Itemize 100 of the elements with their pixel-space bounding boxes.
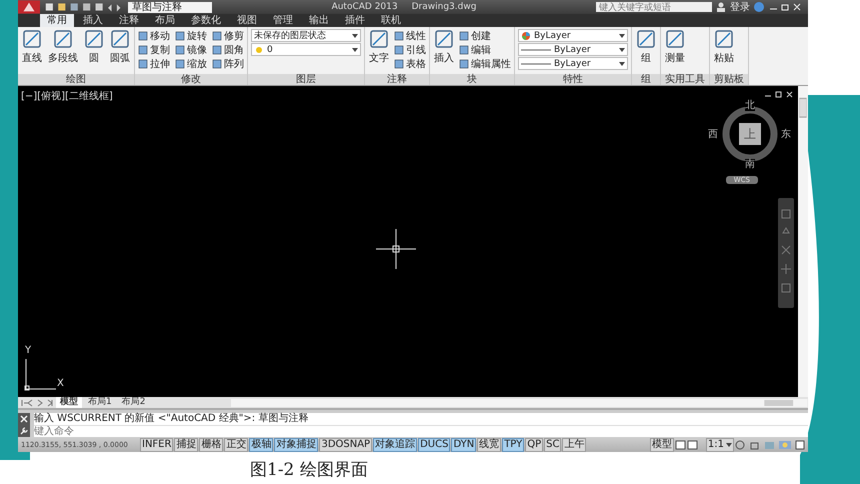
vertical-scrollbar[interactable] (798, 86, 808, 397)
ribbon-button[interactable]: 编辑属性 (459, 57, 511, 70)
dropdown[interactable]: 未保存的图层状态 (251, 29, 361, 42)
ribbon-large-button[interactable]: 直线 (21, 29, 43, 65)
panel-title[interactable]: 注释 (365, 74, 429, 85)
status-toggle[interactable]: 栅格 (199, 438, 224, 452)
wrench-icon[interactable] (18, 425, 30, 437)
ribbon-large-button[interactable]: 多段线 (47, 29, 79, 65)
tool-icon (53, 29, 73, 49)
ribbon-button[interactable]: 缩放 (175, 57, 207, 70)
layout-tab[interactable]: 模型 (56, 397, 82, 408)
sign-in-link[interactable]: 登录 (730, 0, 750, 14)
panel-title[interactable]: 实用工具 (661, 74, 709, 85)
caret-icon (619, 62, 625, 66)
panel-title[interactable]: 块 (430, 74, 514, 85)
ribbon-tab[interactable]: 视图 (230, 14, 264, 27)
status-toggle[interactable]: 正交 (224, 438, 248, 452)
panel-title[interactable]: 修改 (135, 74, 247, 85)
ribbon-tab[interactable]: 输出 (302, 14, 336, 27)
status-toggle[interactable]: 极轴 (249, 438, 274, 452)
status-toggle[interactable]: 线宽 (477, 438, 502, 452)
dropdown[interactable]: ByLayer (518, 57, 628, 70)
ribbon-button[interactable]: 编辑 (459, 43, 511, 56)
ribbon-large-button[interactable]: 插入 (433, 29, 455, 65)
tab-navigation-icon[interactable] (20, 398, 54, 406)
layout-tab[interactable]: 布局2 (118, 397, 150, 408)
ribbon-tab[interactable]: 参数化 (184, 14, 228, 27)
ribbon-button[interactable]: 引线 (394, 43, 426, 56)
tool-icon (22, 29, 42, 49)
status-toggle[interactable]: DUCS (418, 438, 450, 452)
tool-icon (110, 29, 130, 49)
model-button[interactable]: 模型 (650, 438, 674, 452)
ribbon-button[interactable]: 镜像 (175, 43, 207, 56)
status-toggle[interactable]: DYN (451, 438, 476, 452)
ribbon-button[interactable]: 阵列 (212, 57, 244, 70)
command-input[interactable]: 键入命令 (34, 425, 808, 437)
ribbon-button[interactable]: 线性 (394, 29, 426, 42)
search-field[interactable]: 键入关键字或短语 (596, 2, 712, 12)
status-tray-icons[interactable] (735, 440, 805, 450)
annotation-scale-dropdown[interactable]: 1:1 (706, 438, 734, 452)
ribbon-button[interactable]: 表格 (394, 57, 426, 70)
ribbon-tab[interactable]: 插入 (76, 14, 110, 27)
ribbon-large-button[interactable]: 组 (635, 29, 657, 65)
ribbon-button[interactable]: 圆角 (212, 43, 244, 56)
status-toggle[interactable]: 对象捕捉 (274, 438, 318, 452)
status-toggle[interactable]: TPY (502, 438, 524, 452)
caret-icon (352, 34, 358, 38)
panel-title[interactable]: 组 (632, 74, 660, 85)
viewport-controls-icon[interactable] (764, 91, 794, 99)
layout-tab[interactable]: 布局1 (84, 397, 116, 408)
ribbon-button[interactable]: 复制 (138, 43, 170, 56)
ribbon-tab[interactable]: 联机 (374, 14, 408, 27)
ribbon-button[interactable]: 创建 (459, 29, 511, 42)
status-toggle[interactable]: 捕捉 (174, 438, 198, 452)
axis-label: X (57, 378, 64, 389)
ribbon-large-button[interactable]: 文字 (368, 29, 390, 65)
status-toggle[interactable]: SC (544, 438, 562, 452)
status-toggle[interactable]: QP (525, 438, 544, 452)
ribbon-tab[interactable]: 注释 (112, 14, 146, 27)
caret-icon (619, 34, 625, 38)
app-logo-icon[interactable] (18, 0, 40, 14)
caret-icon (726, 442, 732, 446)
dropdown[interactable]: ByLayer (518, 43, 628, 56)
status-toggle[interactable]: 3DOSNAP (319, 438, 372, 452)
dropdown[interactable]: 0 (251, 43, 361, 56)
ribbon-tab[interactable]: 插件 (338, 14, 372, 27)
close-icon[interactable] (18, 413, 30, 425)
panel-title[interactable]: 剪贴板 (710, 74, 748, 85)
panel-title[interactable]: 图层 (248, 74, 364, 85)
ribbon-tab[interactable]: 常用 (40, 14, 74, 27)
status-toggle[interactable]: 上午 (562, 438, 586, 452)
ribbon-button[interactable]: 拉伸 (138, 57, 170, 70)
viewport-label[interactable]: [−][俯视][二维线框] (21, 89, 113, 103)
help-icon[interactable] (754, 2, 764, 12)
horizontal-scrollbar[interactable] (231, 398, 808, 406)
user-icon (716, 2, 726, 12)
tool-icon (84, 29, 104, 49)
tool-icon (636, 29, 656, 49)
ribbon-button[interactable]: 移动 (138, 29, 170, 42)
ribbon-tab[interactable]: 布局 (148, 14, 182, 27)
panel-title[interactable]: 绘图 (18, 74, 134, 85)
panel-title[interactable]: 特性 (515, 74, 631, 85)
ribbon-large-button[interactable]: 测量 (664, 29, 686, 65)
workspace-dropdown[interactable]: 草图与注释 (128, 2, 212, 12)
tool-icon (369, 29, 389, 49)
ribbon-button[interactable]: 修剪 (212, 29, 244, 42)
ribbon-tab[interactable]: 管理 (266, 14, 300, 27)
navigation-bar[interactable] (778, 198, 794, 308)
app-title: AutoCAD 2013 (332, 2, 398, 12)
status-toggle[interactable]: 对象追踪 (373, 438, 418, 452)
dropdown[interactable]: ByLayer (518, 29, 628, 42)
ribbon-button[interactable]: 旋转 (175, 29, 207, 42)
color-wheel-icon (521, 30, 531, 40)
layout-icons[interactable] (674, 440, 699, 450)
ribbon-large-button[interactable]: 粘贴 (713, 29, 735, 65)
status-toggle[interactable]: INFER (140, 438, 174, 452)
figure-caption: 图1-2 绘图界面 (250, 459, 368, 481)
ribbon-large-button[interactable]: 圆 (83, 29, 105, 65)
tool-icon (434, 29, 454, 49)
ribbon-large-button[interactable]: 圆弧 (109, 29, 131, 65)
